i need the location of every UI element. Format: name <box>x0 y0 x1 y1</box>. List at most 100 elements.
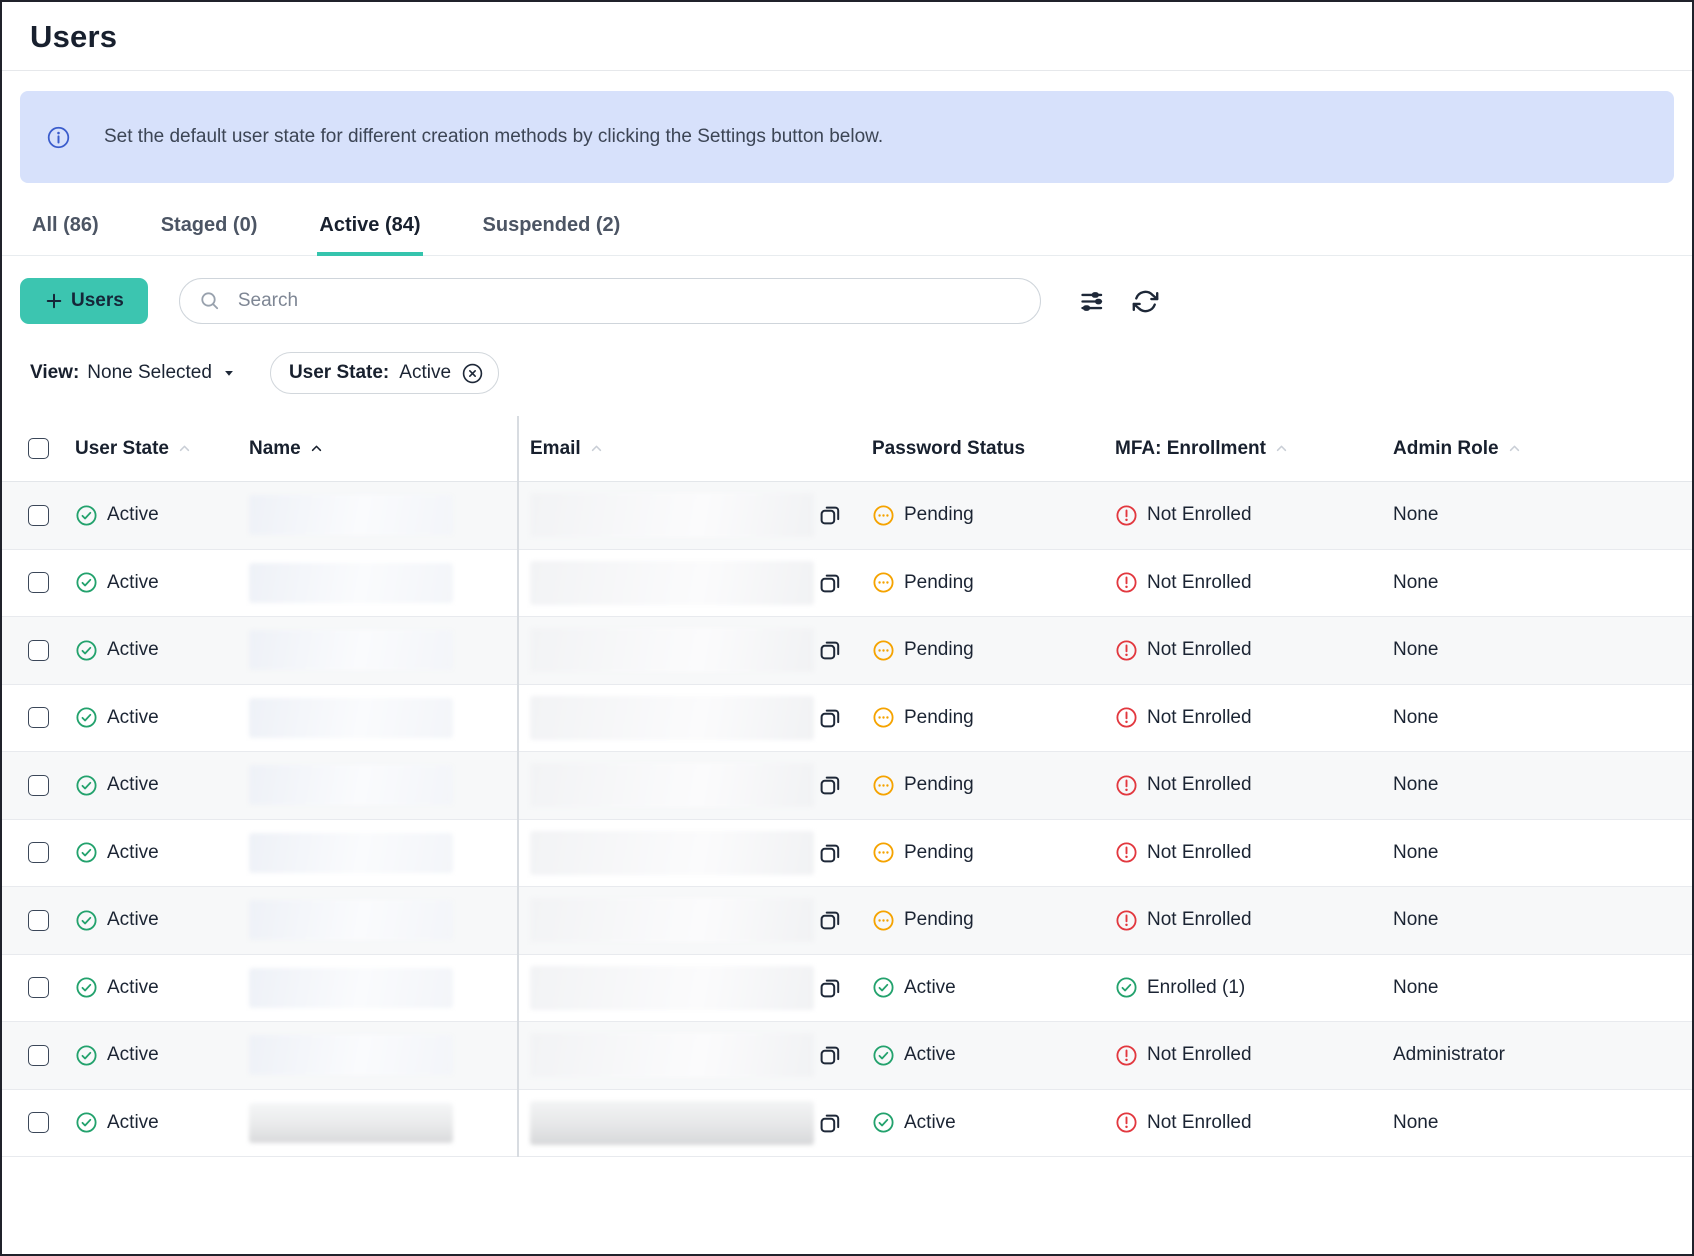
user-state-value: Active <box>107 504 159 526</box>
copy-email-button[interactable] <box>818 503 842 527</box>
sort-asc-icon <box>588 440 605 457</box>
col-header-admin-role[interactable]: Admin Role <box>1385 438 1692 460</box>
copy-icon <box>818 571 842 595</box>
tab-active[interactable]: Active (84) <box>317 210 422 256</box>
redacted-name <box>249 1035 453 1075</box>
row-checkbox[interactable] <box>28 910 49 931</box>
mfa-enrollment-value: Not Enrolled <box>1147 909 1252 931</box>
user-state-value: Active <box>107 909 159 931</box>
table-row[interactable]: Active Pending <box>2 820 1692 888</box>
col-header-mfa-enrollment[interactable]: MFA: Enrollment <box>1107 438 1385 460</box>
password-status-value: Pending <box>904 572 974 594</box>
check-circle-icon <box>75 571 98 594</box>
copy-icon <box>818 841 842 865</box>
redacted-name <box>249 1103 453 1143</box>
row-checkbox[interactable] <box>28 977 49 998</box>
user-state-value: Active <box>107 572 159 594</box>
col-header-password-status[interactable]: Password Status <box>862 438 1107 460</box>
col-header-user-state[interactable]: User State <box>58 438 242 460</box>
search-input[interactable] <box>238 290 1022 312</box>
circle-x-icon <box>461 362 484 385</box>
row-checkbox[interactable] <box>28 1112 49 1133</box>
table-row[interactable]: Active Pending <box>2 482 1692 550</box>
copy-email-button[interactable] <box>818 1043 842 1067</box>
password-status-value: Active <box>904 1044 956 1066</box>
plus-icon <box>44 291 64 311</box>
copy-email-button[interactable] <box>818 638 842 662</box>
admin-role-value: None <box>1393 977 1438 998</box>
sort-asc-icon <box>308 440 325 457</box>
select-all-checkbox[interactable] <box>28 438 49 459</box>
user-state-filter-chip[interactable]: User State: Active <box>270 352 499 394</box>
users-page: Users Set the default user state for dif… <box>0 0 1694 1256</box>
pending-circle-icon <box>872 639 895 662</box>
table-row[interactable]: Active Pending <box>2 685 1692 753</box>
col-label-name: Name <box>249 438 301 460</box>
copy-email-button[interactable] <box>818 908 842 932</box>
page-title: Users <box>30 19 1664 55</box>
row-checkbox[interactable] <box>28 775 49 796</box>
copy-email-button[interactable] <box>818 1111 842 1135</box>
col-label-admin-role: Admin Role <box>1393 438 1499 460</box>
col-header-name[interactable]: Name <box>242 438 517 460</box>
row-checkbox[interactable] <box>28 640 49 661</box>
filter-settings-button[interactable] <box>1078 288 1105 315</box>
alert-circle-icon <box>1115 571 1138 594</box>
redacted-name <box>249 698 453 738</box>
refresh-button[interactable] <box>1132 288 1159 315</box>
tab-suspended[interactable]: Suspended (2) <box>481 210 623 256</box>
check-circle-icon <box>75 1111 98 1134</box>
row-checkbox[interactable] <box>28 505 49 526</box>
row-checkbox[interactable] <box>28 1045 49 1066</box>
redacted-name <box>249 630 453 670</box>
mfa-enrollment-value: Not Enrolled <box>1147 1112 1252 1134</box>
redacted-email <box>530 763 814 807</box>
filter-sliders-icon <box>1078 288 1105 315</box>
toolbar: Users <box>20 278 1674 324</box>
table-row[interactable]: Active Pending <box>2 617 1692 685</box>
tab-staged[interactable]: Staged (0) <box>159 210 260 256</box>
mfa-enrollment-value: Not Enrolled <box>1147 572 1252 594</box>
row-checkbox[interactable] <box>28 707 49 728</box>
table-row[interactable]: Active Active <box>2 1022 1692 1090</box>
chip-value: Active <box>399 362 451 384</box>
remove-filter-button[interactable] <box>461 362 484 385</box>
check-circle-icon <box>75 504 98 527</box>
copy-icon <box>818 908 842 932</box>
table-row[interactable]: Active Pending <box>2 550 1692 618</box>
alert-circle-icon <box>1115 1044 1138 1067</box>
copy-email-button[interactable] <box>818 773 842 797</box>
add-users-button[interactable]: Users <box>20 278 148 324</box>
add-users-label: Users <box>71 290 124 312</box>
copy-email-button[interactable] <box>818 571 842 595</box>
user-state-value: Active <box>107 842 159 864</box>
table-header-row: User State Name Email Password Status <box>2 416 1692 482</box>
redacted-name <box>249 900 453 940</box>
redacted-email <box>530 831 814 875</box>
copy-icon <box>818 1043 842 1067</box>
redacted-email <box>530 493 814 537</box>
check-circle-icon <box>75 706 98 729</box>
pending-circle-icon <box>872 774 895 797</box>
table-row[interactable]: Active Pending <box>2 887 1692 955</box>
copy-email-button[interactable] <box>818 706 842 730</box>
col-header-email[interactable]: Email <box>517 438 862 460</box>
copy-email-button[interactable] <box>818 976 842 1000</box>
copy-email-button[interactable] <box>818 841 842 865</box>
row-checkbox[interactable] <box>28 572 49 593</box>
view-dropdown[interactable]: View: None Selected <box>30 362 238 384</box>
pending-circle-icon <box>872 706 895 729</box>
mfa-enrollment-value: Not Enrolled <box>1147 1044 1252 1066</box>
table-row[interactable]: Active Pending <box>2 752 1692 820</box>
row-checkbox[interactable] <box>28 842 49 863</box>
tab-all[interactable]: All (86) <box>30 210 101 256</box>
password-status-value: Active <box>904 1112 956 1134</box>
chip-label: User State: <box>289 362 389 384</box>
col-label-password-status: Password Status <box>872 438 1025 460</box>
col-label-email: Email <box>530 438 581 460</box>
check-circle-icon <box>872 1111 895 1134</box>
sort-asc-icon <box>176 440 193 457</box>
check-circle-icon <box>75 841 98 864</box>
table-row[interactable]: Active Active <box>2 955 1692 1023</box>
table-row[interactable]: Active Active <box>2 1090 1692 1158</box>
